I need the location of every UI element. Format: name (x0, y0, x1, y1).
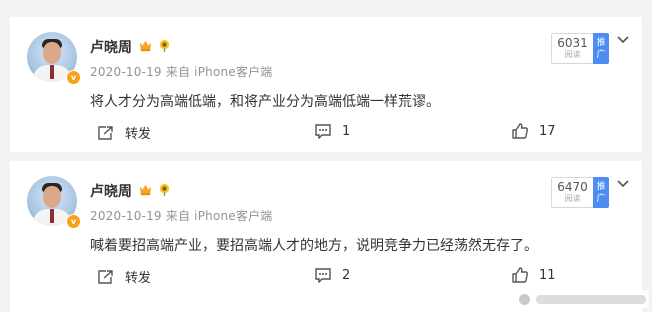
sunflower-badge-icon[interactable] (157, 38, 172, 53)
promote-label: 推广 (596, 181, 606, 204)
promote-button[interactable]: 推广 (593, 177, 609, 208)
comment-count: 1 (342, 123, 351, 139)
comment-button[interactable]: 1 (314, 123, 350, 139)
verified-badge-icon: v (66, 70, 81, 85)
forward-icon (98, 269, 113, 284)
sunflower-badge-icon[interactable] (157, 182, 172, 197)
thumbs-up-icon (512, 123, 528, 139)
post-actions: 转发 2 11 (10, 261, 642, 291)
comment-icon (315, 124, 331, 139)
read-count-box: 6470 阅读 (551, 177, 594, 208)
read-label: 阅读 (564, 50, 581, 59)
weibo-post-card: v 卢晓周 2020-10-19 来自 iPhone客户端 将人才分为高端低端，… (10, 17, 642, 152)
crown-badge-icon[interactable] (138, 38, 153, 53)
comment-count: 2 (342, 267, 351, 283)
verified-badge-icon: v (66, 214, 81, 229)
comment-icon (315, 268, 331, 283)
read-count: 6031 (557, 36, 588, 50)
forward-label: 转发 (125, 127, 152, 142)
forward-button[interactable]: 转发 (97, 123, 151, 142)
forward-label: 转发 (125, 271, 152, 286)
post-text: 喊着要招高端产业，要招高端人才的地方，说明竞争力已经荡然无存了。 (90, 238, 538, 254)
like-button[interactable]: 11 (511, 267, 556, 283)
comment-button[interactable]: 2 (314, 267, 350, 283)
post-actions: 转发 1 17 (10, 117, 642, 147)
read-label: 阅读 (564, 194, 581, 203)
post-meta: 2020-10-19 来自 iPhone客户端 (90, 65, 273, 79)
watermark (513, 290, 649, 308)
post-meta: 2020-10-19 来自 iPhone客户端 (90, 209, 273, 223)
like-count: 11 (539, 267, 556, 283)
like-button[interactable]: 17 (511, 123, 556, 139)
chevron-down-icon[interactable] (616, 35, 630, 45)
author-name[interactable]: 卢晓周 (90, 181, 132, 201)
author-name[interactable]: 卢晓周 (90, 37, 132, 57)
like-count: 17 (539, 123, 556, 139)
read-count: 6470 (557, 180, 588, 194)
chevron-down-icon[interactable] (616, 179, 630, 189)
post-text: 将人才分为高端低端，和将产业分为高端低端一样荒谬。 (90, 94, 440, 110)
promote-label: 推广 (596, 37, 606, 60)
thumbs-up-icon (512, 267, 528, 283)
promote-button[interactable]: 推广 (593, 33, 609, 64)
forward-icon (98, 125, 113, 140)
forward-button[interactable]: 转发 (97, 267, 151, 286)
read-count-box: 6031 阅读 (551, 33, 594, 64)
crown-badge-icon[interactable] (138, 182, 153, 197)
